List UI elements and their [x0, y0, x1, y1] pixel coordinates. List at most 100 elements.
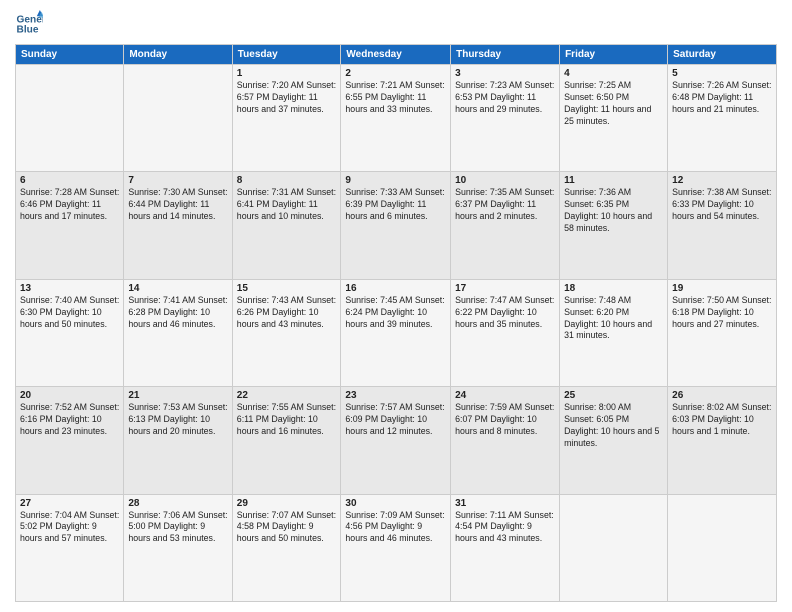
calendar-header-tuesday: Tuesday — [232, 45, 341, 65]
day-number: 15 — [237, 283, 337, 294]
day-number: 23 — [345, 390, 446, 401]
calendar-cell: 7Sunrise: 7:30 AM Sunset: 6:44 PM Daylig… — [124, 172, 232, 279]
calendar-cell: 25Sunrise: 8:00 AM Sunset: 6:05 PM Dayli… — [560, 387, 668, 494]
calendar-header-saturday: Saturday — [668, 45, 777, 65]
day-detail: Sunrise: 8:02 AM Sunset: 6:03 PM Dayligh… — [672, 402, 772, 438]
calendar-cell: 16Sunrise: 7:45 AM Sunset: 6:24 PM Dayli… — [341, 279, 451, 386]
calendar-cell — [560, 494, 668, 601]
calendar-header-monday: Monday — [124, 45, 232, 65]
day-number: 14 — [128, 283, 227, 294]
day-detail: Sunrise: 7:38 AM Sunset: 6:33 PM Dayligh… — [672, 187, 772, 223]
calendar-cell: 14Sunrise: 7:41 AM Sunset: 6:28 PM Dayli… — [124, 279, 232, 386]
calendar-cell: 10Sunrise: 7:35 AM Sunset: 6:37 PM Dayli… — [451, 172, 560, 279]
calendar-week-3: 13Sunrise: 7:40 AM Sunset: 6:30 PM Dayli… — [16, 279, 777, 386]
day-number: 8 — [237, 175, 337, 186]
calendar-header-row: SundayMondayTuesdayWednesdayThursdayFrid… — [16, 45, 777, 65]
day-detail: Sunrise: 7:04 AM Sunset: 5:02 PM Dayligh… — [20, 510, 119, 546]
calendar-week-1: 1Sunrise: 7:20 AM Sunset: 6:57 PM Daylig… — [16, 65, 777, 172]
calendar-cell: 9Sunrise: 7:33 AM Sunset: 6:39 PM Daylig… — [341, 172, 451, 279]
calendar-cell: 3Sunrise: 7:23 AM Sunset: 6:53 PM Daylig… — [451, 65, 560, 172]
day-number: 26 — [672, 390, 772, 401]
day-detail: Sunrise: 7:33 AM Sunset: 6:39 PM Dayligh… — [345, 187, 446, 223]
calendar-week-2: 6Sunrise: 7:28 AM Sunset: 6:46 PM Daylig… — [16, 172, 777, 279]
day-detail: Sunrise: 7:50 AM Sunset: 6:18 PM Dayligh… — [672, 295, 772, 331]
calendar-cell: 18Sunrise: 7:48 AM Sunset: 6:20 PM Dayli… — [560, 279, 668, 386]
day-detail: Sunrise: 7:30 AM Sunset: 6:44 PM Dayligh… — [128, 187, 227, 223]
day-number: 30 — [345, 498, 446, 509]
day-number: 19 — [672, 283, 772, 294]
calendar-cell: 4Sunrise: 7:25 AM Sunset: 6:50 PM Daylig… — [560, 65, 668, 172]
day-detail: Sunrise: 7:43 AM Sunset: 6:26 PM Dayligh… — [237, 295, 337, 331]
day-number: 27 — [20, 498, 119, 509]
calendar-cell: 11Sunrise: 7:36 AM Sunset: 6:35 PM Dayli… — [560, 172, 668, 279]
calendar-cell — [124, 65, 232, 172]
calendar-header-friday: Friday — [560, 45, 668, 65]
calendar-header-thursday: Thursday — [451, 45, 560, 65]
day-number: 16 — [345, 283, 446, 294]
day-detail: Sunrise: 7:45 AM Sunset: 6:24 PM Dayligh… — [345, 295, 446, 331]
calendar-cell: 6Sunrise: 7:28 AM Sunset: 6:46 PM Daylig… — [16, 172, 124, 279]
logo: General Blue — [15, 10, 47, 38]
day-detail: Sunrise: 7:52 AM Sunset: 6:16 PM Dayligh… — [20, 402, 119, 438]
calendar-cell: 2Sunrise: 7:21 AM Sunset: 6:55 PM Daylig… — [341, 65, 451, 172]
day-number: 22 — [237, 390, 337, 401]
day-number: 12 — [672, 175, 772, 186]
day-number: 7 — [128, 175, 227, 186]
day-detail: Sunrise: 7:48 AM Sunset: 6:20 PM Dayligh… — [564, 295, 663, 343]
day-detail: Sunrise: 7:59 AM Sunset: 6:07 PM Dayligh… — [455, 402, 555, 438]
day-number: 25 — [564, 390, 663, 401]
day-detail: Sunrise: 7:41 AM Sunset: 6:28 PM Dayligh… — [128, 295, 227, 331]
calendar: SundayMondayTuesdayWednesdayThursdayFrid… — [15, 44, 777, 602]
day-detail: Sunrise: 7:40 AM Sunset: 6:30 PM Dayligh… — [20, 295, 119, 331]
calendar-cell — [668, 494, 777, 601]
day-number: 11 — [564, 175, 663, 186]
header: General Blue — [15, 10, 777, 38]
day-number: 4 — [564, 68, 663, 79]
day-number: 10 — [455, 175, 555, 186]
day-number: 3 — [455, 68, 555, 79]
day-detail: Sunrise: 7:26 AM Sunset: 6:48 PM Dayligh… — [672, 80, 772, 116]
day-detail: Sunrise: 7:25 AM Sunset: 6:50 PM Dayligh… — [564, 80, 663, 128]
calendar-cell: 20Sunrise: 7:52 AM Sunset: 6:16 PM Dayli… — [16, 387, 124, 494]
day-number: 31 — [455, 498, 555, 509]
day-detail: Sunrise: 7:35 AM Sunset: 6:37 PM Dayligh… — [455, 187, 555, 223]
calendar-cell: 21Sunrise: 7:53 AM Sunset: 6:13 PM Dayli… — [124, 387, 232, 494]
logo-icon: General Blue — [15, 10, 43, 38]
day-detail: Sunrise: 7:11 AM Sunset: 4:54 PM Dayligh… — [455, 510, 555, 546]
calendar-cell — [16, 65, 124, 172]
day-detail: Sunrise: 7:09 AM Sunset: 4:56 PM Dayligh… — [345, 510, 446, 546]
day-detail: Sunrise: 8:00 AM Sunset: 6:05 PM Dayligh… — [564, 402, 663, 450]
day-detail: Sunrise: 7:23 AM Sunset: 6:53 PM Dayligh… — [455, 80, 555, 116]
day-number: 17 — [455, 283, 555, 294]
day-detail: Sunrise: 7:47 AM Sunset: 6:22 PM Dayligh… — [455, 295, 555, 331]
calendar-header-sunday: Sunday — [16, 45, 124, 65]
calendar-cell: 28Sunrise: 7:06 AM Sunset: 5:00 PM Dayli… — [124, 494, 232, 601]
calendar-cell: 13Sunrise: 7:40 AM Sunset: 6:30 PM Dayli… — [16, 279, 124, 386]
day-detail: Sunrise: 7:20 AM Sunset: 6:57 PM Dayligh… — [237, 80, 337, 116]
day-detail: Sunrise: 7:57 AM Sunset: 6:09 PM Dayligh… — [345, 402, 446, 438]
day-number: 20 — [20, 390, 119, 401]
calendar-cell: 29Sunrise: 7:07 AM Sunset: 4:58 PM Dayli… — [232, 494, 341, 601]
calendar-cell: 30Sunrise: 7:09 AM Sunset: 4:56 PM Dayli… — [341, 494, 451, 601]
calendar-cell: 23Sunrise: 7:57 AM Sunset: 6:09 PM Dayli… — [341, 387, 451, 494]
day-number: 1 — [237, 68, 337, 79]
day-number: 13 — [20, 283, 119, 294]
calendar-cell: 1Sunrise: 7:20 AM Sunset: 6:57 PM Daylig… — [232, 65, 341, 172]
day-detail: Sunrise: 7:28 AM Sunset: 6:46 PM Dayligh… — [20, 187, 119, 223]
calendar-cell: 19Sunrise: 7:50 AM Sunset: 6:18 PM Dayli… — [668, 279, 777, 386]
day-detail: Sunrise: 7:21 AM Sunset: 6:55 PM Dayligh… — [345, 80, 446, 116]
calendar-cell: 31Sunrise: 7:11 AM Sunset: 4:54 PM Dayli… — [451, 494, 560, 601]
day-number: 5 — [672, 68, 772, 79]
calendar-cell: 17Sunrise: 7:47 AM Sunset: 6:22 PM Dayli… — [451, 279, 560, 386]
day-number: 24 — [455, 390, 555, 401]
day-detail: Sunrise: 7:55 AM Sunset: 6:11 PM Dayligh… — [237, 402, 337, 438]
day-number: 2 — [345, 68, 446, 79]
calendar-cell: 5Sunrise: 7:26 AM Sunset: 6:48 PM Daylig… — [668, 65, 777, 172]
day-number: 9 — [345, 175, 446, 186]
svg-text:Blue: Blue — [17, 25, 39, 36]
day-detail: Sunrise: 7:06 AM Sunset: 5:00 PM Dayligh… — [128, 510, 227, 546]
calendar-week-4: 20Sunrise: 7:52 AM Sunset: 6:16 PM Dayli… — [16, 387, 777, 494]
day-number: 18 — [564, 283, 663, 294]
calendar-cell: 22Sunrise: 7:55 AM Sunset: 6:11 PM Dayli… — [232, 387, 341, 494]
day-detail: Sunrise: 7:36 AM Sunset: 6:35 PM Dayligh… — [564, 187, 663, 235]
